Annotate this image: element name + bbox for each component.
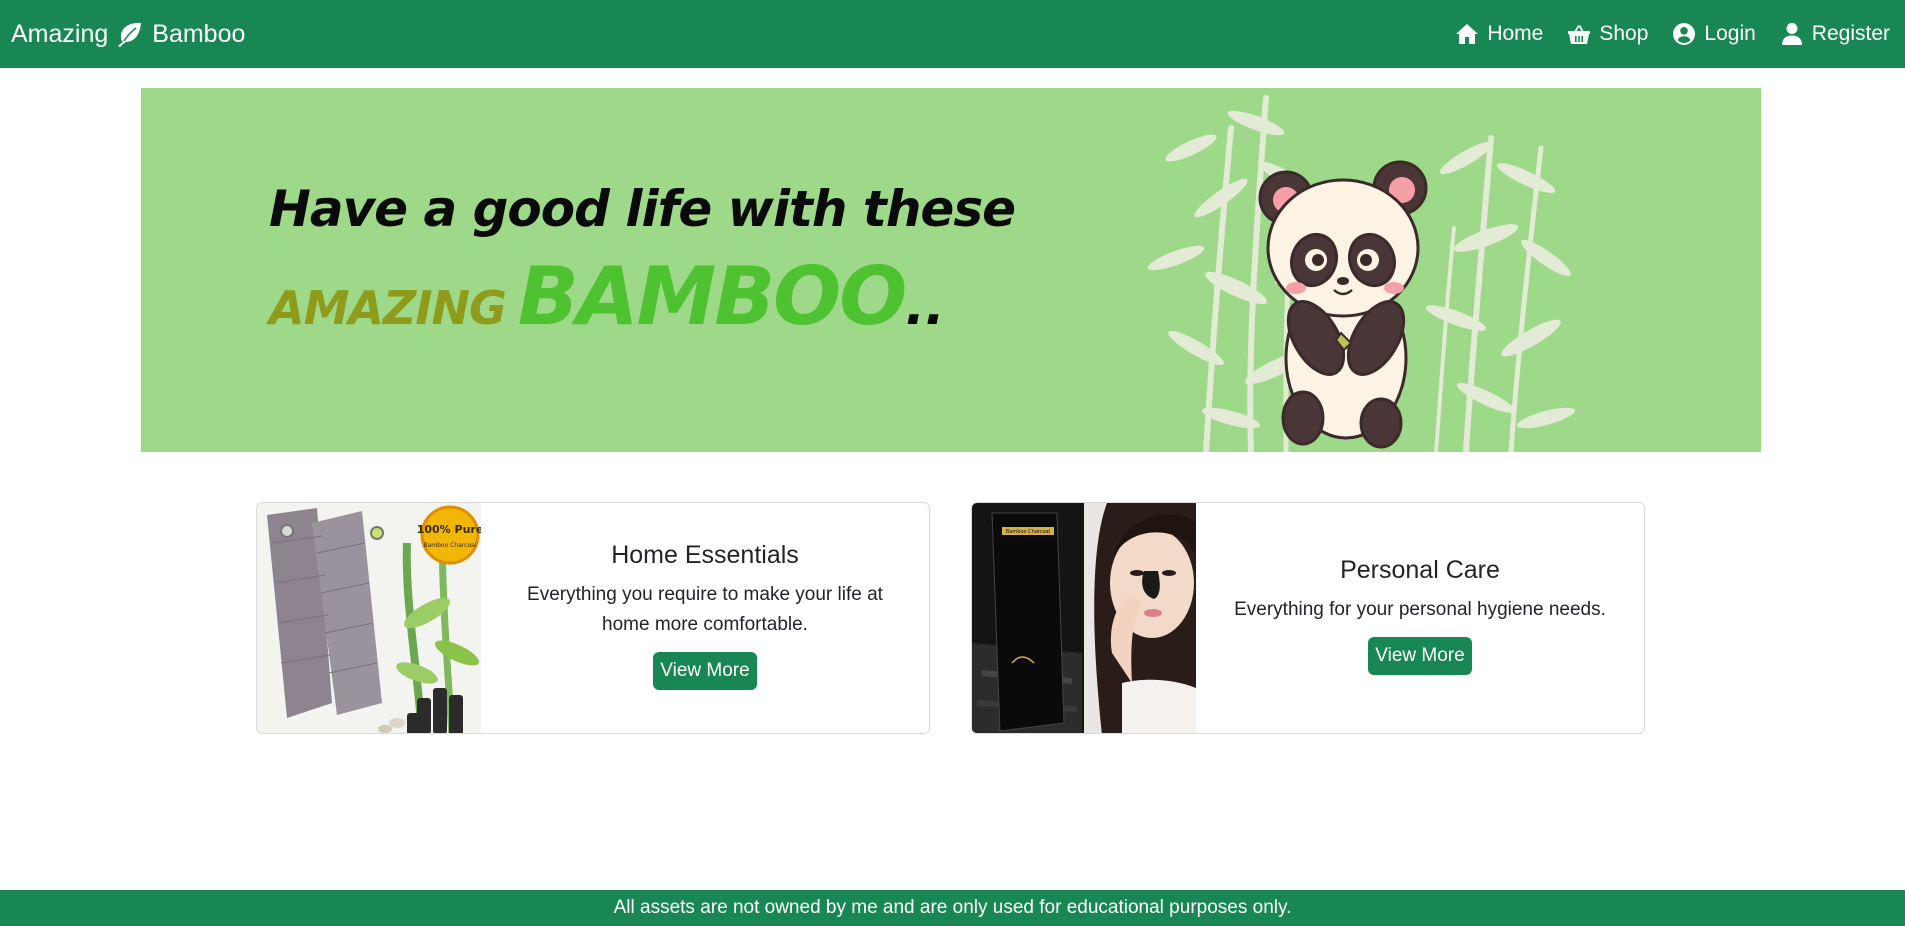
view-more-button[interactable]: View More (653, 651, 757, 690)
charcoal-mask-model-image: Bamboo Charcoal (972, 503, 1196, 733)
footer: All assets are not owned by me and are o… (0, 890, 1905, 926)
card-body: Personal Care Everything for your person… (1196, 503, 1644, 733)
category-card-home-essentials: 100% Pure Bamboo Charcoal Home Essential… (256, 502, 930, 734)
home-essentials-image: 100% Pure Bamboo Charcoal (257, 503, 481, 733)
panda-bamboo-illustration (1147, 95, 1576, 452)
banner-headline: Have a good life with these AMAZING BAMB… (269, 180, 1016, 343)
brand-name-left: Amazing (11, 19, 109, 48)
svg-text:Bamboo Charcoal: Bamboo Charcoal (423, 542, 476, 549)
nav-home[interactable]: Home (1455, 22, 1543, 46)
card-text: Everything you require to make your life… (527, 583, 883, 635)
brand-name-right: Bamboo (152, 19, 246, 48)
banner-word-bamboo: BAMBOO (517, 250, 907, 343)
footer-text: All assets are not owned by me and are o… (613, 897, 1292, 918)
svg-text:Bamboo Charcoal: Bamboo Charcoal (1006, 529, 1050, 535)
card-body: Home Essentials Everything you require t… (481, 503, 929, 733)
personal-care-image: Bamboo Charcoal (972, 503, 1196, 733)
banner-dots: .. (905, 277, 945, 337)
home-icon (1456, 24, 1479, 44)
category-card-personal-care: Bamboo Charcoal Personal Care Everything… (971, 502, 1645, 734)
card-title: Home Essentials (611, 540, 799, 569)
user-icon (1781, 23, 1802, 45)
nav-links: Home Shop Login Register (1455, 22, 1894, 46)
brand[interactable]: Amazing Bamboo (11, 20, 245, 49)
purity-badge-text: 100% Pure (417, 523, 481, 536)
view-more-button[interactable]: View More (1368, 636, 1472, 675)
nav-shop-label: Shop (1599, 22, 1649, 45)
card-title: Personal Care (1340, 555, 1500, 584)
nav-register[interactable]: Register (1780, 22, 1890, 46)
user-circle-icon (1673, 23, 1696, 45)
nav-register-label: Register (1811, 22, 1890, 45)
bamboo-charcoal-bags-image: 100% Pure Bamboo Charcoal (257, 503, 481, 733)
nav-login[interactable]: Login (1672, 22, 1756, 46)
hero-banner: Have a good life with these AMAZING BAMB… (141, 88, 1761, 452)
card-text: Everything for your personal hygiene nee… (1234, 598, 1606, 620)
nav-home-label: Home (1487, 22, 1544, 45)
nav-shop[interactable]: Shop (1567, 22, 1648, 46)
banner-line2: AMAZING BAMBOO .. (269, 250, 1015, 343)
basket-icon (1568, 25, 1591, 44)
nav-login-label: Login (1704, 22, 1756, 45)
banner-word-amazing: AMAZING (269, 281, 507, 335)
leaf-icon (118, 22, 142, 47)
banner-line1: Have a good life with these (269, 180, 1016, 238)
navbar: Amazing Bamboo Home Shop Login Register (0, 0, 1905, 68)
